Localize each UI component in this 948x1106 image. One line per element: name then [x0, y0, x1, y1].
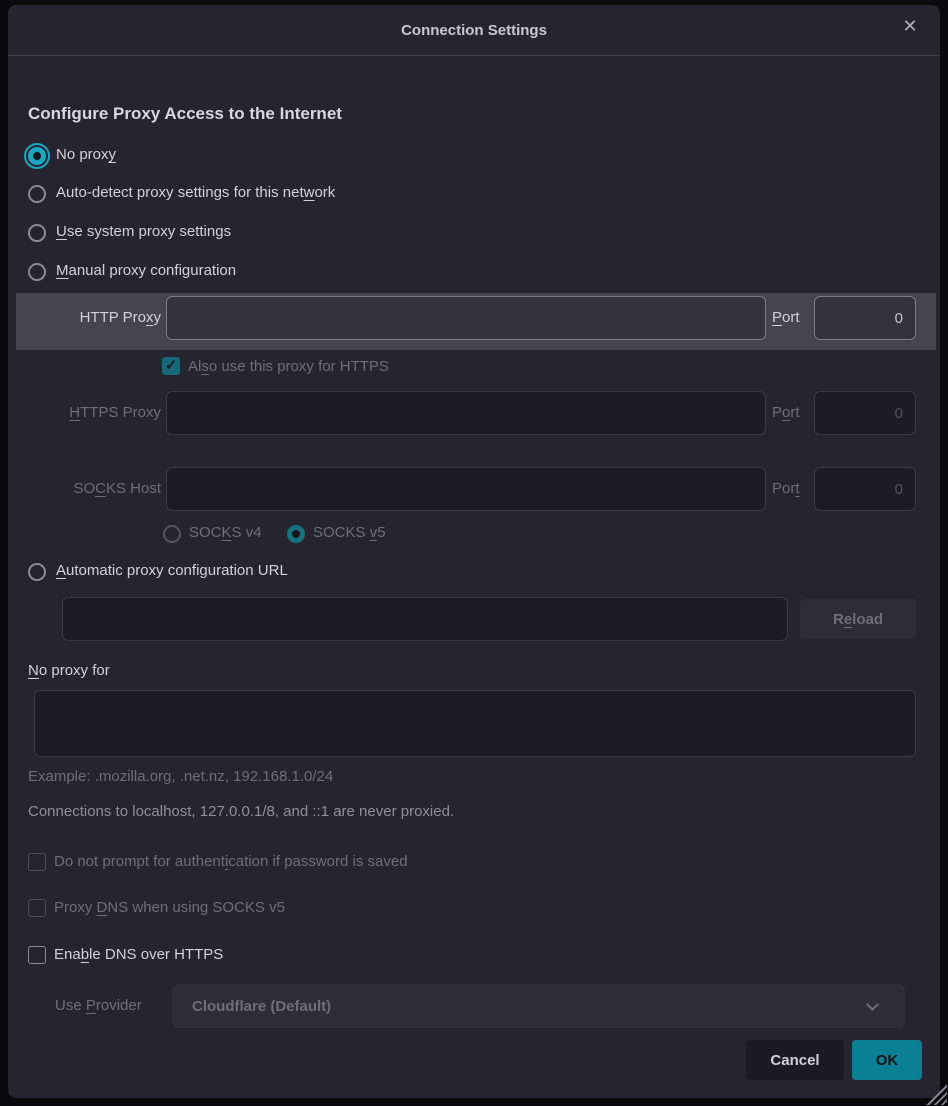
- radio-socks-v5[interactable]: [287, 525, 305, 543]
- dialog-header: Connection Settings: [8, 5, 940, 56]
- radio-no-proxy[interactable]: [28, 147, 46, 165]
- radio-auto-detect[interactable]: [28, 185, 46, 203]
- http-proxy-label: HTTP Proxy: [20, 296, 161, 340]
- socks-port-label: Port: [772, 467, 800, 511]
- no-prompt-auth-label: Do not prompt for authentication if pass…: [54, 853, 408, 870]
- provider-dropdown[interactable]: Cloudflare (Default): [172, 984, 905, 1028]
- also-https-label: Also use this proxy for HTTPS: [188, 358, 389, 375]
- http-proxy-input[interactable]: [166, 296, 766, 340]
- enable-doh-checkbox[interactable]: [28, 946, 46, 964]
- http-port-input[interactable]: [814, 296, 916, 340]
- check-icon: ✓: [165, 357, 178, 374]
- proxy-dns-checkbox[interactable]: [28, 899, 46, 917]
- socks-host-input[interactable]: [166, 467, 766, 511]
- auto-url-input[interactable]: [62, 597, 788, 641]
- dialog-title: Connection Settings: [8, 5, 940, 56]
- radio-auto-url-label: Automatic proxy configuration URL: [56, 562, 288, 579]
- close-icon[interactable]: ✕: [898, 14, 922, 38]
- also-https-checkbox[interactable]: ✓: [162, 357, 180, 375]
- page-title: Configure Proxy Access to the Internet: [28, 104, 342, 124]
- socks-host-label: SOCKS Host: [20, 467, 161, 511]
- radio-auto-detect-label: Auto-detect proxy settings for this netw…: [56, 184, 335, 201]
- connection-settings-dialog: [8, 5, 940, 1098]
- radio-use-system-label: Use system proxy settings: [56, 223, 231, 240]
- provider-dropdown-value: Cloudflare (Default): [192, 998, 331, 1015]
- no-proxy-example-text: Example: .mozilla.org, .net.nz, 192.168.…: [28, 768, 333, 785]
- reload-button[interactable]: Reload: [800, 599, 916, 639]
- radio-socks-v4-label: SOCKS v4: [189, 524, 262, 541]
- https-proxy-input[interactable]: [166, 391, 766, 435]
- http-port-label: Port: [772, 296, 800, 340]
- radio-manual[interactable]: [28, 263, 46, 281]
- socks-port-input[interactable]: [814, 467, 916, 511]
- enable-doh-label: Enable DNS over HTTPS: [54, 946, 223, 963]
- proxy-dns-label: Proxy DNS when using SOCKS v5: [54, 899, 285, 916]
- no-proxy-for-textarea[interactable]: [34, 690, 916, 757]
- https-port-input[interactable]: [814, 391, 916, 435]
- radio-socks-v4[interactable]: [163, 525, 181, 543]
- no-proxy-for-label: No proxy for: [28, 662, 110, 679]
- ok-button[interactable]: OK: [852, 1040, 922, 1080]
- never-proxied-note: Connections to localhost, 127.0.0.1/8, a…: [28, 803, 454, 820]
- radio-manual-label: Manual proxy configuration: [56, 262, 236, 279]
- no-prompt-auth-checkbox[interactable]: [28, 853, 46, 871]
- radio-use-system[interactable]: [28, 224, 46, 242]
- radio-socks-v5-label: SOCKS v5: [313, 524, 386, 541]
- radio-auto-url[interactable]: [28, 563, 46, 581]
- https-proxy-label: HTTPS Proxy: [20, 391, 161, 435]
- radio-no-proxy-label: No proxy: [56, 146, 116, 163]
- https-port-label: Port: [772, 391, 800, 435]
- cancel-button[interactable]: Cancel: [746, 1040, 844, 1080]
- use-provider-label: Use Provider: [55, 997, 142, 1014]
- chevron-down-icon: [866, 998, 879, 1011]
